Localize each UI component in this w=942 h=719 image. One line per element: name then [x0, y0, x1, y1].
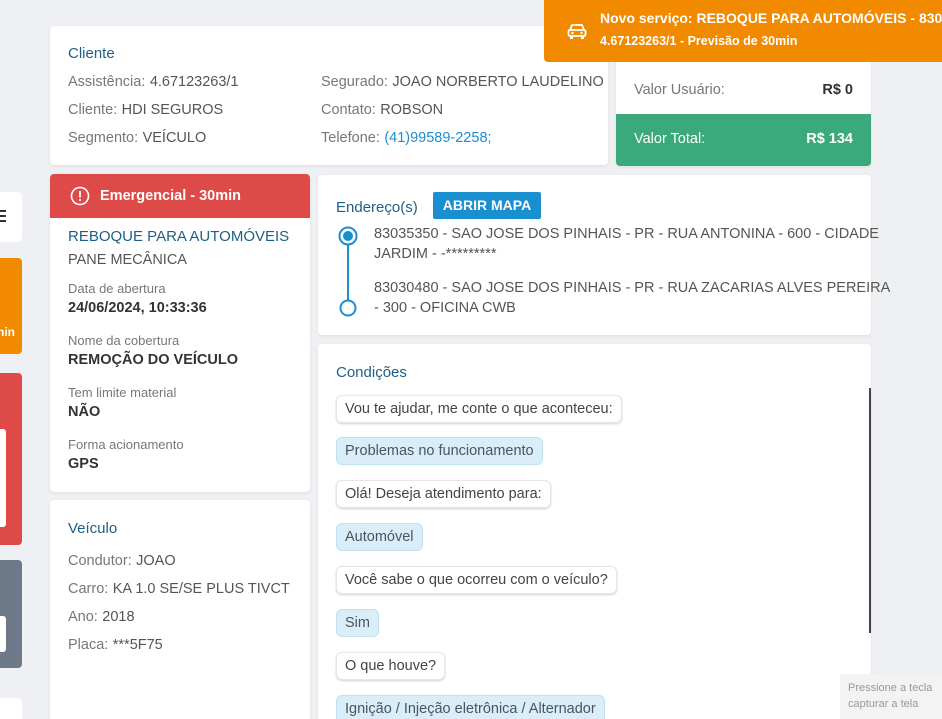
cliente-value: HDI SEGUROS — [121, 102, 224, 118]
forma-value: GPS — [68, 456, 99, 472]
service-problem: PANE MECÂNICA — [68, 252, 187, 268]
contato-value: ROBSON — [380, 102, 444, 118]
segmento-value: VEÍCULO — [142, 130, 207, 146]
placa-value: ***5F75 — [112, 637, 163, 653]
valor-usuario-label: Valor Usuário: — [634, 82, 725, 98]
origin-address-line2: JARDIM - -********* — [374, 246, 497, 262]
new-service-notification[interactable]: Novo serviço: REBOQUE PARA AUTOMÓVEIS - … — [544, 0, 942, 62]
destination-marker-icon — [339, 299, 357, 322]
left-edge-card-red[interactable] — [0, 373, 22, 545]
left-edge-card-orange[interactable]: nin — [0, 258, 22, 354]
emergencial-label: Emergencial - 30min — [100, 188, 242, 204]
condicoes-title: Condições — [336, 364, 407, 381]
service-name: REBOQUE PARA AUTOMÓVEIS — [68, 228, 290, 245]
left-edge-card-gray[interactable] — [0, 560, 22, 668]
assistencia-value: 4.67123263/1 — [149, 74, 239, 90]
hint-line2: capturar a tela — [848, 698, 919, 710]
carro-label: Carro: — [68, 581, 109, 597]
hint-line1: Pressione a tecla — [848, 682, 933, 694]
segurado-label: Segurado: — [321, 74, 388, 90]
destination-address-line1: 83030480 - SAO JOSE DOS PINHAIS - PR - R… — [374, 280, 891, 296]
left-edge-card-bottom — [0, 698, 22, 719]
veiculo-title: Veículo — [68, 520, 118, 537]
valor-usuario-value: R$ 0 — [822, 82, 853, 98]
servico-card: Emergencial - 30min REBOQUE PARA AUTOMÓV… — [50, 174, 310, 492]
left-edge-inner — [0, 429, 6, 527]
telefone-link[interactable]: (41)99589-2258; — [384, 130, 491, 146]
chat-answer: Problemas no funcionamento — [336, 437, 543, 465]
notification-subtitle: 4.67123263/1 - Previsão de 30min — [600, 34, 798, 48]
ano-label: Ano: — [68, 609, 98, 625]
cobertura-value: REMOÇÃO DO VEÍCULO — [68, 352, 238, 368]
chat-question: O que houve? — [336, 652, 446, 680]
contato-label: Contato: — [321, 102, 376, 118]
chat-question: Olá! Deseja atendimento para: — [336, 480, 551, 508]
valor-total-bar: Valor Total: R$ 134 — [616, 114, 871, 166]
carro-value: KA 1.0 SE/SE PLUS TIVCT — [112, 581, 290, 597]
ano-value: 2018 — [102, 609, 135, 625]
filter-icon[interactable] — [0, 209, 6, 223]
abrir-mapa-button[interactable]: ABRIR MAPA — [433, 192, 541, 219]
notification-title: Novo serviço: REBOQUE PARA AUTOMÓVEIS - … — [600, 10, 942, 26]
chat-answer: Automóvel — [336, 523, 423, 551]
chat-answer: Ignição / Injeção eletrônica / Alternado… — [336, 695, 605, 719]
chat-question: Vou te ajudar, me conte o que aconteceu: — [336, 395, 622, 423]
left-edge-inner — [0, 616, 6, 652]
condutor-label: Condutor: — [68, 553, 132, 569]
forma-label: Forma acionamento — [68, 437, 184, 452]
assistencia-label: Assistência: — [68, 74, 146, 90]
chat-question: Você sabe o que ocorreu com o veículo? — [336, 566, 617, 594]
car-icon — [566, 20, 588, 42]
enderecos-card: Endereço(s) ABRIR MAPA 83035350 - SAO JO… — [318, 175, 890, 335]
segmento-label: Segmento: — [68, 130, 139, 146]
cliente-label: Cliente: — [68, 102, 118, 118]
telefone-label: Telefone: — [321, 130, 380, 146]
cobertura-label: Nome da cobertura — [68, 333, 180, 348]
left-edge-badge-text: nin — [0, 325, 15, 339]
segurado-value: JOAO NORBERTO LAUDELINO — [392, 74, 604, 90]
emergencial-header: Emergencial - 30min — [50, 174, 310, 218]
enderecos-title: Endereço(s) — [336, 199, 418, 216]
chat-scrollbar[interactable] — [869, 388, 871, 633]
veiculo-card: Veículo Condutor: JOAO Carro: KA 1.0 SE/… — [50, 500, 310, 719]
data-abertura-value: 24/06/2024, 10:33:36 — [68, 300, 207, 316]
limite-label: Tem limite material — [68, 385, 177, 400]
left-edge-card-1 — [0, 192, 22, 242]
destination-address-line2: - 300 - OFICINA CWB — [374, 300, 516, 316]
placa-label: Placa: — [68, 637, 109, 653]
origin-marker-icon — [338, 226, 358, 251]
limite-value: NÃO — [68, 404, 101, 420]
origin-address-line1: 83035350 - SAO JOSE DOS PINHAIS - PR - R… — [374, 226, 879, 242]
chat-answer: Sim — [336, 609, 379, 637]
valor-total-label: Valor Total: — [634, 131, 706, 147]
info-icon — [70, 186, 90, 206]
condutor-value: JOAO — [136, 553, 176, 569]
cliente-title: Cliente — [68, 45, 115, 62]
valor-total-value: R$ 134 — [806, 131, 853, 147]
data-abertura-label: Data de abertura — [68, 281, 166, 296]
cliente-card: Cliente Assistência: 4.67123263/1 Client… — [50, 26, 608, 165]
screenshot-hint: Pressione a tecla capturar a tela — [840, 674, 942, 719]
